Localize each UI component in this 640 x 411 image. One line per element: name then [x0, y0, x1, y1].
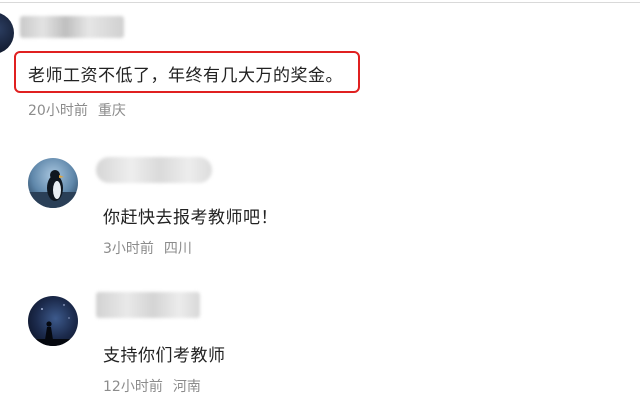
comment-location: 河南: [172, 379, 201, 395]
comment-meta: 20小时前 重庆: [28, 100, 126, 120]
penguin-avatar-icon: [28, 158, 78, 208]
comment-time: 20小时前: [28, 103, 88, 119]
comment-location: 重庆: [97, 103, 126, 119]
avatar[interactable]: [28, 158, 78, 208]
comment-time: 12小时前: [103, 379, 163, 395]
top-divider: [0, 2, 640, 3]
comment-text: 老师工资不低了，年终有几大万的奖金。: [28, 66, 343, 86]
comment-text: 你赶快去报考教师吧！: [103, 208, 278, 228]
blurred-username[interactable]: [96, 157, 212, 183]
night-figure-avatar-icon: [28, 296, 78, 346]
avatar[interactable]: [0, 12, 14, 54]
blurred-username[interactable]: [96, 292, 200, 318]
avatar[interactable]: [28, 296, 78, 346]
comment-time: 3小时前: [103, 241, 154, 257]
blurred-username[interactable]: [20, 16, 124, 38]
comment-meta: 12小时前 河南: [103, 376, 201, 396]
comment-location: 四川: [163, 241, 192, 257]
comment-meta: 3小时前 四川: [103, 238, 192, 258]
comment-text: 支持你们考教师: [103, 346, 226, 366]
